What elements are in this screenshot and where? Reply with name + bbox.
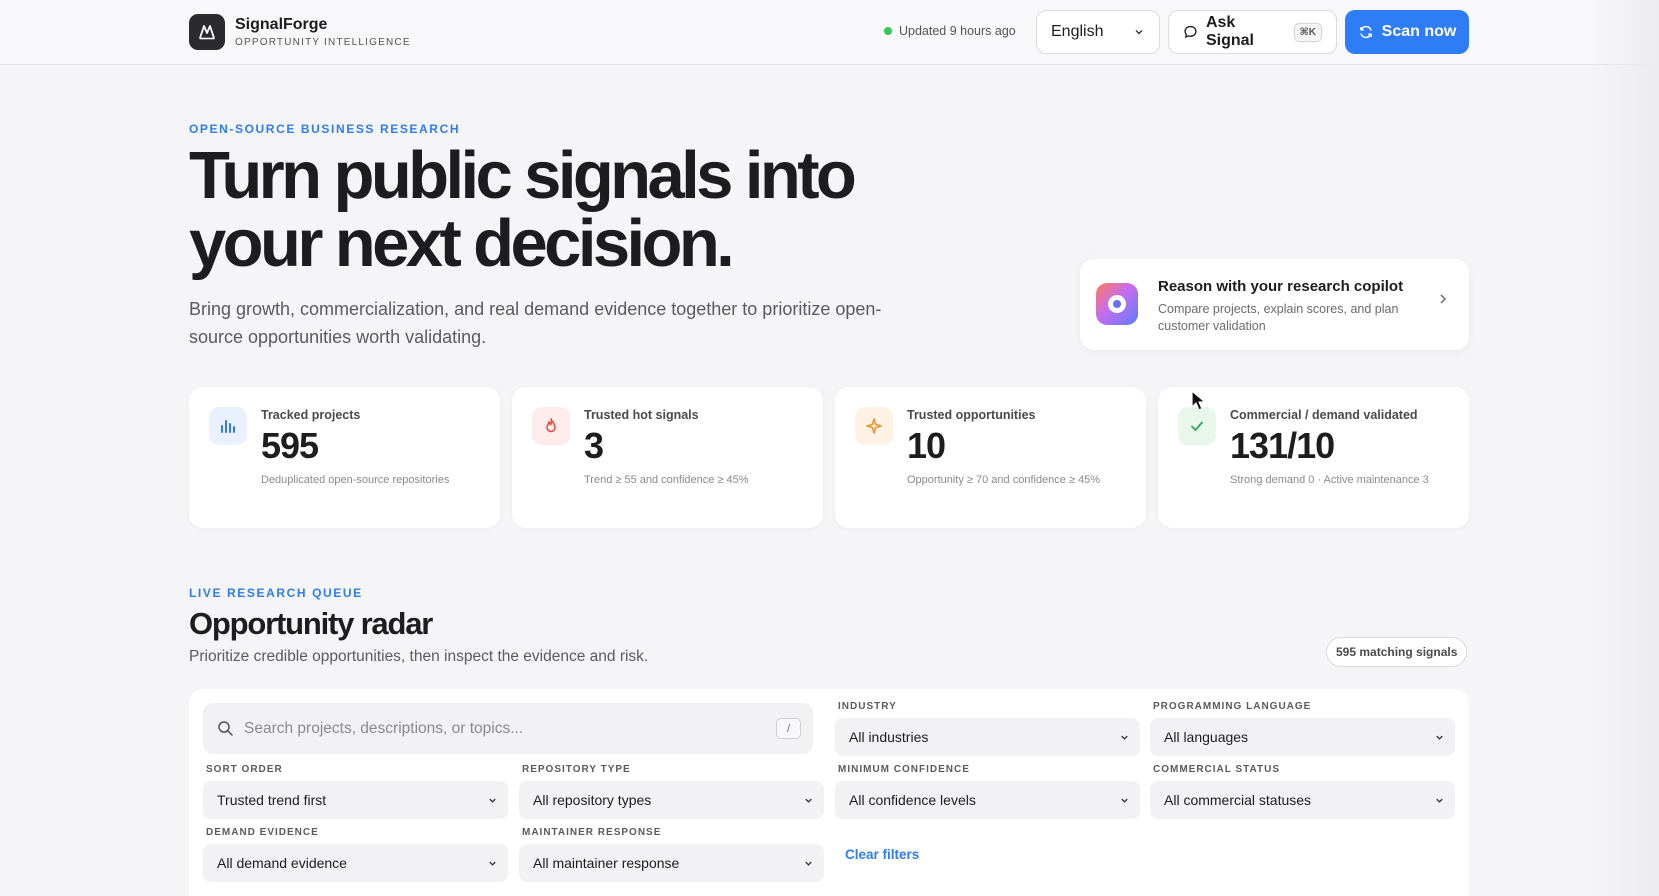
stat-card-opportunities: Trusted opportunities 10 Opportunity ≥ 7… <box>835 387 1146 528</box>
chat-bubble-icon <box>1184 25 1197 39</box>
edge-fade <box>1589 0 1659 896</box>
stat-label: Tracked projects <box>261 408 361 422</box>
stat-value: 3 <box>584 425 604 466</box>
industry-select[interactable]: All industries <box>835 718 1140 756</box>
chevron-down-icon <box>489 798 496 803</box>
chevron-down-icon <box>1436 735 1443 740</box>
refresh-icon <box>1359 25 1372 39</box>
stat-value: 595 <box>261 425 319 466</box>
bar-chart-icon <box>209 407 247 445</box>
search-shortcut-badge: / <box>776 718 801 739</box>
stat-label: Trusted hot signals <box>584 408 699 422</box>
top-bar: SignalForge OPPORTUNITY INTELLIGENCE Upd… <box>0 0 1659 65</box>
brand-name: SignalForge <box>235 16 328 33</box>
hero-eyebrow: OPEN-SOURCE BUSINESS RESEARCH <box>189 122 461 136</box>
language-value: English <box>1051 23 1104 40</box>
radar-subtitle: Prioritize credible opportunities, then … <box>189 648 649 665</box>
check-icon <box>1178 407 1216 445</box>
demand-evidence-label: DEMAND EVIDENCE <box>206 827 319 838</box>
demand-evidence-select[interactable]: All demand evidence <box>203 844 508 882</box>
hero-subtitle: Bring growth, commercialization, and rea… <box>189 299 882 347</box>
sort-order-label: SORT ORDER <box>206 764 283 775</box>
maintainer-response-select[interactable]: All maintainer response <box>519 844 824 882</box>
mouse-cursor-icon <box>1191 390 1206 411</box>
sort-order-select[interactable]: Trusted trend first <box>203 781 508 819</box>
copilot-icon <box>1096 283 1138 325</box>
status-dot-icon <box>884 27 892 35</box>
shortcut-badge: ⌘K <box>1293 22 1322 42</box>
chevron-down-icon <box>1121 798 1128 803</box>
programming-language-select[interactable]: All languages <box>1150 718 1455 756</box>
chevron-down-icon <box>805 861 812 866</box>
scan-now-button[interactable]: Scan now <box>1345 10 1469 54</box>
ask-signal-label: Ask Signal <box>1205 14 1254 49</box>
clear-filters-link[interactable]: Clear filters <box>845 847 919 862</box>
stat-note: Opportunity ≥ 70 and confidence ≥ 45% <box>907 474 1101 486</box>
minimum-confidence-label: MINIMUM CONFIDENCE <box>838 764 970 775</box>
stat-value: 131/10 <box>1230 425 1335 466</box>
language-select[interactable]: English <box>1036 10 1160 54</box>
stat-card-hot-signals: Trusted hot signals 3 Trend ≥ 55 and con… <box>512 387 823 528</box>
stat-label: Trusted opportunities <box>907 408 1036 422</box>
search-placeholder: Search projects, descriptions, or topics… <box>244 719 524 737</box>
chevron-down-icon <box>805 798 812 803</box>
stat-note: Strong demand 0 · Active maintenance 3 <box>1230 474 1429 486</box>
updated-text: Updated 9 hours ago <box>899 24 1016 38</box>
demand-evidence-value: All demand evidence <box>217 855 347 871</box>
stat-label: Commercial / demand validated <box>1230 408 1418 422</box>
chevron-down-icon <box>1436 798 1443 803</box>
matching-count-badge: 595 matching signals <box>1326 637 1468 667</box>
repository-type-label: REPOSITORY TYPE <box>522 764 631 775</box>
repository-type-select[interactable]: All repository types <box>519 781 824 819</box>
programming-language-label: PROGRAMMING LANGUAGE <box>1153 701 1312 712</box>
commercial-status-label: COMMERCIAL STATUS <box>1153 764 1280 775</box>
stat-value: 10 <box>907 425 946 466</box>
filter-panel: Search projects, descriptions, or topics… <box>189 689 1469 896</box>
maintainer-response-label: MAINTAINER RESPONSE <box>522 827 662 838</box>
commercial-status-value: All commercial statuses <box>1164 792 1312 808</box>
minimum-confidence-select[interactable]: All confidence levels <box>835 781 1140 819</box>
programming-language-value: All languages <box>1164 729 1249 745</box>
stat-card-tracked-projects: Tracked projects 595 Deduplicated open-s… <box>189 387 500 528</box>
minimum-confidence-value: All confidence levels <box>849 792 976 808</box>
brand[interactable]: SignalForge OPPORTUNITY INTELLIGENCE <box>189 14 411 50</box>
commercial-status-select[interactable]: All commercial statuses <box>1150 781 1455 819</box>
sort-order-value: Trusted trend first <box>217 792 327 808</box>
scan-now-label: Scan now <box>1381 23 1457 40</box>
stat-note: Deduplicated open-source repositories <box>261 474 450 486</box>
hero-title: Turn public signals into your next decis… <box>189 138 857 281</box>
copilot-description: Compare projects, explain scores, and pl… <box>1158 302 1399 333</box>
chevron-down-icon <box>489 861 496 866</box>
search-input[interactable]: Search projects, descriptions, or topics… <box>203 703 813 754</box>
industry-label: INDUSTRY <box>838 701 897 712</box>
update-status: Updated 9 hours ago <box>884 24 1016 38</box>
chevron-right-icon <box>1440 294 1447 304</box>
maintainer-response-value: All maintainer response <box>533 855 680 871</box>
radar-eyebrow: LIVE RESEARCH QUEUE <box>189 586 363 600</box>
copilot-title: Reason with your research copilot <box>1158 278 1404 295</box>
repository-type-value: All repository types <box>533 792 652 808</box>
research-copilot-card[interactable]: Reason with your research copilot Compar… <box>1080 259 1469 350</box>
chevron-down-icon <box>1135 30 1143 35</box>
brand-subtitle: OPPORTUNITY INTELLIGENCE <box>235 37 411 48</box>
stat-note: Trend ≥ 55 and confidence ≥ 45% <box>584 474 749 486</box>
sparkle-icon <box>855 407 893 445</box>
chevron-down-icon <box>1121 735 1128 740</box>
mountain-logo-icon <box>189 14 225 50</box>
ask-signal-button[interactable]: Ask Signal ⌘K <box>1168 10 1337 54</box>
search-icon <box>218 721 233 736</box>
radar-title: Opportunity radar <box>189 606 433 641</box>
industry-value: All industries <box>849 729 929 745</box>
flame-icon <box>532 407 570 445</box>
